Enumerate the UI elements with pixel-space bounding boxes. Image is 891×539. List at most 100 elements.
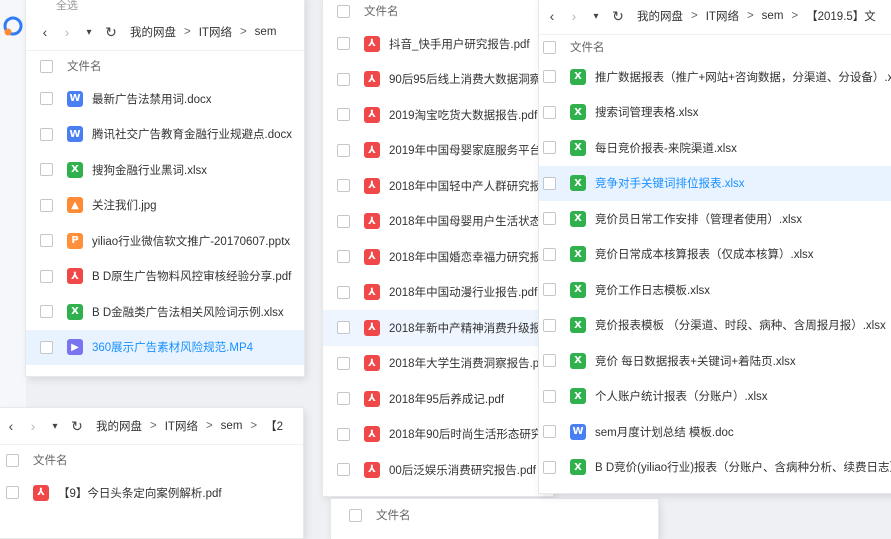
file-name[interactable]: 2019年中国母婴家庭服务平台研究 — [389, 142, 553, 158]
file-name[interactable]: 2018年90后时尚生活形态研究.pdf — [389, 426, 553, 442]
breadcrumb-item[interactable]: sem — [762, 10, 784, 22]
select-all-checkbox[interactable] — [40, 59, 53, 73]
file-name[interactable]: 2018年中国婚恋幸福力研究报告.pdf — [389, 249, 553, 265]
file-row[interactable]: ⅄ 00后泛娱乐消费研究报告.pdf — [323, 452, 553, 488]
row-checkbox[interactable] — [337, 108, 350, 122]
file-name[interactable]: 个人账户统计报表（分账户）.xlsx — [595, 388, 768, 404]
select-all-checkbox[interactable] — [349, 508, 362, 522]
select-all-partial[interactable]: 全选 — [26, 0, 304, 14]
file-row[interactable]: X 搜索词管理表格.xlsx — [539, 95, 891, 131]
forward-button[interactable]: › — [563, 8, 585, 24]
row-checkbox[interactable] — [337, 392, 350, 406]
row-checkbox[interactable] — [40, 163, 53, 177]
column-filename[interactable]: 文件名 — [67, 58, 102, 74]
row-checkbox[interactable] — [40, 92, 53, 106]
file-row[interactable]: X 推广数据报表（推广+网站+咨询数据，分渠道、分设备）.xlsx — [539, 59, 891, 95]
breadcrumb-item[interactable]: sem — [255, 26, 277, 38]
file-row[interactable]: ⅄ 90后95后线上消费大数据洞察.pdf — [323, 62, 553, 98]
file-row[interactable]: X B D竞价(yiliao行业)报表（分账户、含病种分析、续费日志）.xlsx — [539, 450, 891, 486]
row-checkbox[interactable] — [543, 425, 556, 439]
refresh-button[interactable]: ↻ — [66, 418, 88, 435]
column-filename[interactable]: 文件名 — [33, 452, 68, 468]
row-checkbox[interactable] — [337, 356, 350, 370]
file-row[interactable]: ⅄ 2018年90后时尚生活形态研究.pdf — [323, 417, 553, 453]
file-name[interactable]: B D金融类广告法相关风险词示例.xlsx — [92, 304, 284, 320]
breadcrumb-item[interactable]: 【2019.5】文 — [806, 8, 876, 24]
file-row[interactable]: X 竞价员日常工作安排（管理者使用）.xlsx — [539, 201, 891, 237]
row-checkbox[interactable] — [40, 269, 53, 283]
history-dropdown[interactable]: ▾ — [585, 11, 607, 22]
row-checkbox[interactable] — [40, 127, 53, 141]
file-name[interactable]: 搜索词管理表格.xlsx — [595, 104, 699, 120]
row-checkbox[interactable] — [543, 212, 556, 226]
file-name[interactable]: 腾讯社交广告教育金融行业规避点.docx — [92, 126, 292, 142]
history-dropdown[interactable]: ▾ — [78, 27, 100, 38]
row-checkbox[interactable] — [543, 141, 556, 155]
row-checkbox[interactable] — [543, 389, 556, 403]
column-filename[interactable]: 文件名 — [570, 39, 605, 55]
breadcrumb-item[interactable]: IT网络 — [199, 24, 232, 40]
file-row[interactable]: ⅄ 2018年中国动漫行业报告.pdf — [323, 275, 553, 311]
file-row[interactable]: ⅄ 【9】今日头条定向案例解析.pdf — [0, 475, 303, 511]
forward-button[interactable]: › — [22, 418, 44, 434]
file-name[interactable]: B D原生广告物料风控审核经验分享.pdf — [92, 268, 291, 284]
file-name[interactable]: 推广数据报表（推广+网站+咨询数据，分渠道、分设备）.xlsx — [595, 69, 891, 85]
breadcrumb-item[interactable]: 我的网盘 — [130, 24, 176, 40]
file-row[interactable]: X 搜狗金融行业黑词.xlsx — [26, 152, 304, 188]
file-row[interactable]: X 竞价 每日数据报表+关键词+着陆页.xlsx — [539, 343, 891, 379]
row-checkbox[interactable] — [337, 285, 350, 299]
file-name[interactable]: 2018年中国轻中产人群研究报告.pdf — [389, 178, 553, 194]
file-name[interactable]: 2018年中国动漫行业报告.pdf — [389, 284, 537, 300]
file-name[interactable]: 搜狗金融行业黑词.xlsx — [92, 162, 207, 178]
history-dropdown[interactable]: ▾ — [44, 421, 66, 432]
file-name[interactable]: yiliao行业微信软文推广-20170607.pptx — [92, 233, 290, 249]
row-checkbox[interactable] — [543, 460, 556, 474]
file-name[interactable]: sem月度计划总结 模板.doc — [595, 424, 734, 440]
row-checkbox[interactable] — [543, 176, 556, 190]
breadcrumb-item[interactable]: 【2 — [265, 418, 283, 434]
breadcrumb-item[interactable]: sem — [221, 420, 243, 432]
file-name[interactable]: 2019淘宝吃货大数据报告.pdf — [389, 107, 537, 123]
refresh-button[interactable]: ↻ — [100, 24, 122, 41]
file-row[interactable]: ⅄ 2018年中国母婴用户生活状态白皮 — [323, 204, 553, 240]
file-row[interactable]: W 腾讯社交广告教育金融行业规避点.docx — [26, 117, 304, 153]
file-name[interactable]: 2018年新中产精神消费升级报告.pdf — [389, 320, 553, 336]
file-row[interactable]: ⅄ 抖音_快手用户研究报告.pdf — [323, 26, 553, 62]
row-checkbox[interactable] — [337, 250, 350, 264]
refresh-button[interactable]: ↻ — [607, 8, 629, 25]
row-checkbox[interactable] — [543, 354, 556, 368]
file-row[interactable]: W 最新广告法禁用词.docx — [26, 81, 304, 117]
row-checkbox[interactable] — [543, 70, 556, 84]
file-row[interactable]: X 每日竞价报表-来院渠道.xlsx — [539, 130, 891, 166]
file-row[interactable]: ⅄ 2019年中国母婴家庭服务平台研究 — [323, 133, 553, 169]
file-row[interactable]: ⅄ 2019淘宝吃货大数据报告.pdf — [323, 97, 553, 133]
file-name[interactable]: 最新广告法禁用词.docx — [92, 91, 212, 107]
file-name[interactable]: 竞价报表模板 （分渠道、时段、病种、含周报月报）.xlsx — [595, 317, 886, 333]
file-row[interactable]: ▶ 360展示广告素材风险规范.MP4 — [26, 329, 304, 365]
file-row[interactable]: X 个人账户统计报表（分账户）.xlsx — [539, 379, 891, 415]
select-all-checkbox[interactable] — [6, 453, 19, 467]
breadcrumb-item[interactable]: 我的网盘 — [637, 8, 683, 24]
row-checkbox[interactable] — [337, 179, 350, 193]
row-checkbox[interactable] — [543, 247, 556, 261]
select-all-checkbox[interactable] — [337, 4, 350, 18]
row-checkbox[interactable] — [337, 143, 350, 157]
file-name[interactable]: 360展示广告素材风险规范.MP4 — [92, 339, 253, 355]
row-checkbox[interactable] — [6, 486, 19, 500]
file-row[interactable]: X 竞价日常成本核算报表（仅成本核算）.xlsx — [539, 237, 891, 273]
file-row[interactable]: ⅄ 2018年新中产精神消费升级报告.pdf — [323, 310, 553, 346]
row-checkbox[interactable] — [543, 283, 556, 297]
file-name[interactable]: 每日竞价报表-来院渠道.xlsx — [595, 140, 737, 156]
breadcrumb-item[interactable]: IT网络 — [706, 8, 739, 24]
file-name[interactable]: 抖音_快手用户研究报告.pdf — [389, 36, 530, 52]
column-filename[interactable]: 文件名 — [376, 507, 411, 523]
file-name[interactable]: 关注我们.jpg — [92, 197, 157, 213]
back-button[interactable]: ‹ — [541, 8, 563, 24]
file-name[interactable]: 2018年95后养成记.pdf — [389, 391, 504, 407]
file-row[interactable]: X 竞争对手关键词排位报表.xlsx — [539, 165, 891, 201]
breadcrumb-item[interactable]: 我的网盘 — [96, 418, 142, 434]
row-checkbox[interactable] — [543, 318, 556, 332]
file-name[interactable]: 竞争对手关键词排位报表.xlsx — [595, 175, 745, 191]
row-checkbox[interactable] — [40, 234, 53, 248]
file-name[interactable]: 00后泛娱乐消费研究报告.pdf — [389, 462, 536, 478]
